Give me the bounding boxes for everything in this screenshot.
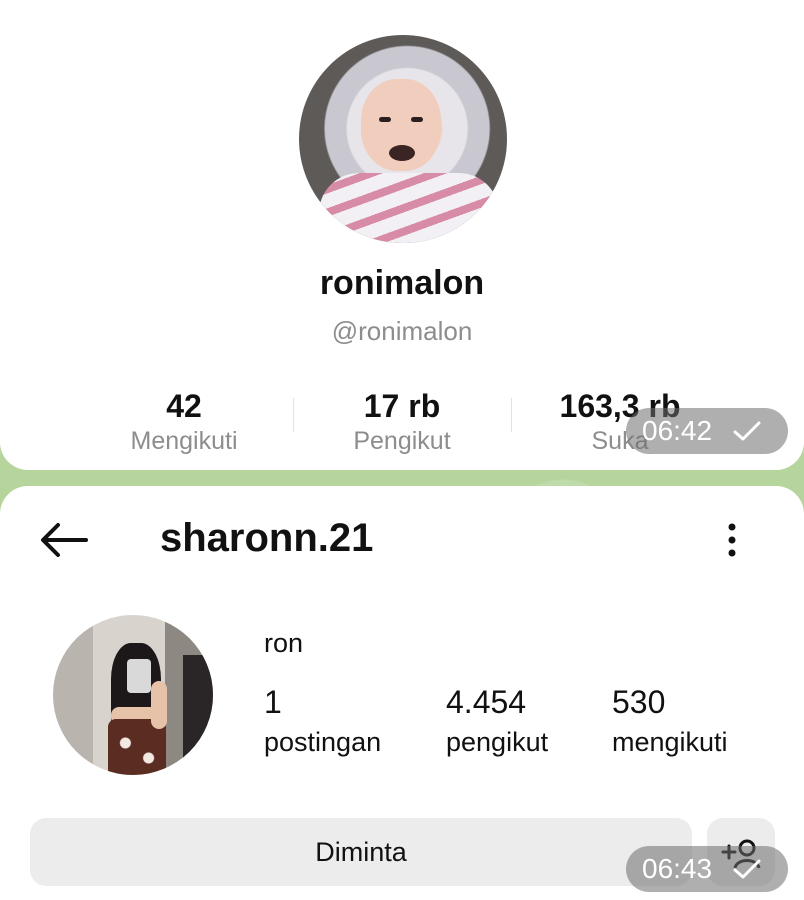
stat-label: postingan	[264, 727, 382, 757]
message-image-1[interactable]: ronimalon @ronimalon 42 Mengikuti 17 rb …	[0, 0, 804, 470]
stat-followers[interactable]: 4.454 pengikut	[446, 684, 548, 758]
stat-label: Mengikuti	[130, 427, 238, 455]
stat-label: mengikuti	[612, 727, 728, 757]
timestamp-text: 06:42	[642, 415, 713, 446]
profile-handle: @ronimalon	[331, 316, 473, 346]
profile-avatar	[53, 615, 213, 775]
stat-posts[interactable]: 1 postingan	[264, 684, 381, 758]
stat-following[interactable]: 530 mengikuti	[612, 684, 728, 758]
stat-value: 530	[612, 684, 666, 720]
stat-label: pengikut	[446, 727, 549, 757]
stat-followers[interactable]: 17 rb Pengikut	[320, 388, 484, 456]
stat-divider	[293, 398, 294, 432]
stat-value: 42	[166, 388, 202, 424]
more-options-icon[interactable]	[720, 520, 744, 560]
profile-name: ron	[264, 628, 304, 658]
stat-value: 17 rb	[363, 388, 441, 424]
check-icon	[733, 859, 761, 879]
check-icon	[733, 421, 761, 441]
stat-following[interactable]: 42 Mengikuti	[100, 388, 268, 456]
back-arrow-icon[interactable]	[38, 520, 90, 560]
timestamp-text: 06:43	[642, 853, 713, 884]
profile-display-name: ronimalon	[319, 264, 485, 302]
stat-divider	[511, 398, 512, 432]
message-timestamp: 06:43	[626, 846, 788, 892]
stat-value: 1	[264, 684, 282, 720]
profile-username: sharonn.21	[160, 516, 374, 560]
stat-value: 4.454	[446, 684, 527, 720]
stat-label: Pengikut	[353, 427, 451, 455]
requested-button[interactable]: Diminta	[30, 818, 692, 886]
profile-avatar	[299, 35, 507, 243]
message-timestamp: 06:42	[626, 408, 788, 454]
